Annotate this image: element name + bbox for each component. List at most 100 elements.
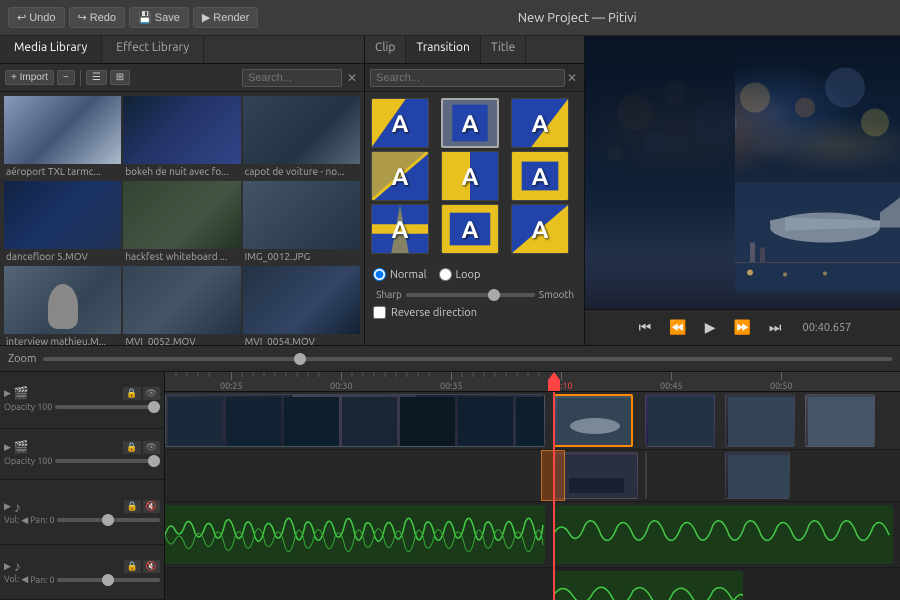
mode-loop-text: Loop [456, 269, 481, 281]
media-thumb [243, 96, 360, 164]
clip-frames-svg [166, 395, 544, 446]
fast-forward-button[interactable]: ⏩ [728, 317, 755, 338]
mode-normal-label[interactable]: Normal [373, 268, 427, 281]
audio1-pan-label: Pan: [30, 515, 47, 525]
list-item[interactable]: dancefloor 5.MOV [4, 181, 121, 264]
rewind-button[interactable]: ⏪ [664, 317, 691, 338]
video2-opacity-slider[interactable] [55, 459, 160, 463]
audio-track-1-row: /* SVG content generated inline */ [165, 502, 900, 568]
audio2-lock-button[interactable]: 🔒 [124, 560, 141, 573]
tab-media-library[interactable]: Media Library [0, 36, 102, 63]
video-clip-1[interactable] [165, 394, 545, 447]
audio-track-2-icon: ♪ [14, 558, 21, 574]
video-track-1-row [165, 392, 900, 450]
transition-item[interactable]: A [441, 98, 499, 148]
audio1-pan-slider[interactable] [57, 518, 160, 522]
video2-lock-button[interactable]: 🔒 [123, 441, 140, 454]
audio2-pan-slider[interactable] [57, 578, 160, 582]
render-button[interactable]: ▶ Render [193, 7, 259, 28]
render-label: Render [213, 12, 249, 24]
video1-lock-button[interactable]: 🔒 [123, 387, 140, 400]
video2-opacity-label: Opacity 100 [4, 456, 52, 466]
transition-item[interactable]: A [371, 98, 429, 148]
audio2-clip-1[interactable] [553, 571, 743, 600]
waveform-svg-3 [553, 571, 743, 600]
undo-label: Undo [29, 12, 55, 24]
redo-icon: ↪ [78, 11, 87, 24]
video-clip-2[interactable] [553, 394, 633, 447]
preview-controls: ⏮ ⏪ ▶ ⏩ ⏭ 00:40.657 [585, 309, 900, 345]
transition-letter: A [462, 216, 479, 243]
transition-item[interactable]: A [371, 151, 429, 201]
video2-eye-button[interactable]: 👁 [143, 441, 160, 454]
media-label: hackfest whiteboard ... [123, 249, 240, 264]
audio-clip-1[interactable]: /* SVG content generated inline */ [165, 505, 545, 564]
media-thumb [4, 96, 121, 164]
timeline-main: ▶ 🎬 🔒 👁 Opacity 100 [0, 372, 900, 600]
transition-item[interactable]: A [441, 204, 499, 254]
mode-loop-label[interactable]: Loop [439, 268, 481, 281]
transition-search-clear[interactable]: ✕ [565, 71, 579, 85]
transition-item[interactable]: A [511, 98, 569, 148]
redo-label: Redo [90, 12, 116, 24]
video2-clip-1[interactable] [553, 452, 638, 499]
transition-item[interactable]: A [511, 204, 569, 254]
view-list-button[interactable]: ☰ [86, 70, 107, 85]
go-end-button[interactable]: ⏭ [764, 317, 787, 338]
tab-clip[interactable]: Clip [365, 36, 406, 63]
mode-radio-row: Normal Loop [373, 268, 576, 281]
play-button[interactable]: ▶ [700, 317, 721, 338]
import-button[interactable]: + Import [5, 70, 54, 85]
list-item[interactable]: hackfest whiteboard ... [123, 181, 240, 264]
reverse-checkbox[interactable] [373, 306, 386, 319]
list-item[interactable]: MVI_0054.MOV [243, 266, 360, 345]
media-search-clear[interactable]: ✕ [345, 71, 359, 85]
playhead-triangle [548, 372, 560, 392]
audio1-lock-button[interactable]: 🔒 [124, 500, 141, 513]
mode-loop-radio[interactable] [439, 268, 452, 281]
list-item[interactable]: interview mathieu.M... [4, 266, 121, 345]
video-clip-3[interactable] [645, 394, 715, 447]
list-item[interactable]: bokeh de nuit avec fo... [123, 96, 240, 179]
clip-thumb-svg4 [806, 395, 874, 446]
clip2-thumb-svg [554, 453, 637, 498]
transition-item[interactable]: A [371, 204, 429, 254]
tab-effect-library[interactable]: Effect Library [102, 36, 204, 63]
transition-search-input[interactable] [370, 69, 565, 87]
video-clip-5[interactable] [805, 394, 875, 447]
save-button[interactable]: 💾 Save [129, 7, 189, 28]
redo-button[interactable]: ↪ Redo [69, 7, 126, 28]
mode-normal-radio[interactable] [373, 268, 386, 281]
video2-clip-2[interactable] [645, 452, 647, 499]
remove-button[interactable]: − [57, 70, 75, 85]
audio-clip-2[interactable] [553, 505, 893, 564]
video-track-1-label: ▶ 🎬 🔒 👁 Opacity 100 [0, 372, 164, 429]
list-item[interactable]: aéroport TXL tarmc... [4, 96, 121, 179]
save-label: Save [155, 12, 180, 24]
transition-item[interactable]: A [441, 151, 499, 201]
tab-title[interactable]: Title [481, 36, 526, 63]
video1-opacity-slider[interactable] [55, 405, 160, 409]
list-item[interactable]: capot de voiture - no... [243, 96, 360, 179]
video2-clip-3[interactable] [725, 452, 790, 499]
timeline-content: 00:25 00:30 00:35 00:10 00:45 [165, 372, 900, 600]
video1-eye-button[interactable]: 👁 [143, 387, 160, 400]
list-item[interactable]: IMG_0012.JPG [243, 181, 360, 264]
list-item[interactable]: MVI_0052.MOV [123, 266, 240, 345]
media-label: capot de voiture - no... [243, 164, 360, 179]
transition-item[interactable]: A [511, 151, 569, 201]
transition-letter: A [462, 163, 479, 190]
audio1-mute-button[interactable]: 🔇 [143, 500, 160, 513]
view-grid-button[interactable]: ⊞ [110, 70, 130, 85]
transition-grid: A A A [365, 92, 584, 260]
audio2-mute-button[interactable]: 🔇 [143, 560, 160, 573]
undo-button[interactable]: ↩ Undo [8, 7, 65, 28]
zoom-slider[interactable] [43, 357, 893, 361]
left-panel-tabs: Media Library Effect Library [0, 36, 364, 64]
media-search-input[interactable] [242, 69, 342, 87]
tab-transition[interactable]: Transition [406, 36, 480, 63]
video-clip-4[interactable] [725, 394, 795, 447]
sharpness-slider[interactable] [406, 293, 535, 297]
save-icon: 💾 [138, 11, 152, 24]
go-start-button[interactable]: ⏮ [634, 317, 657, 338]
